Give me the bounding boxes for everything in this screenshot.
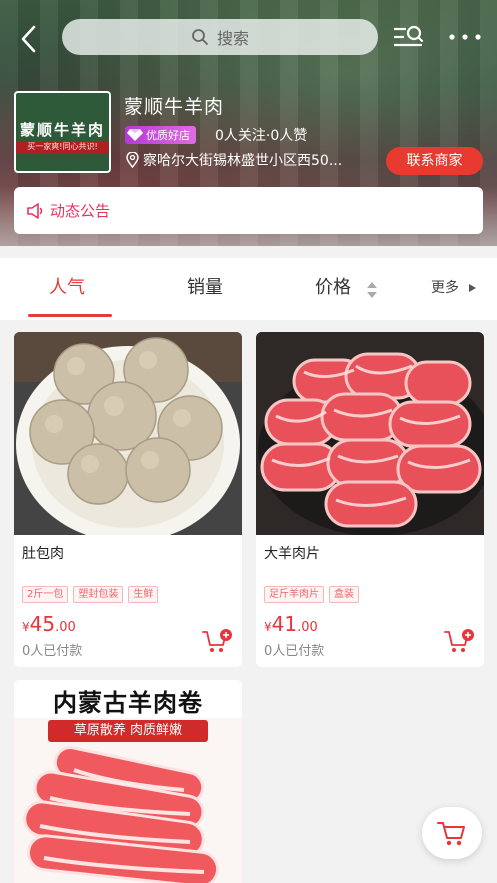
product-image[interactable] xyxy=(256,332,484,535)
sort-bar: 人气 销量 价格 更多 xyxy=(0,258,497,320)
image-title: 内蒙古羊肉卷 xyxy=(53,689,203,717)
product-image[interactable] xyxy=(14,332,242,535)
tab-popularity[interactable]: 人气 xyxy=(49,258,85,320)
shop-address[interactable]: 察哈尔大街锡林盛世小区西50... xyxy=(126,150,342,170)
contact-merchant-button[interactable]: 联系商家 xyxy=(386,147,483,175)
product-tag: 2斤一包 xyxy=(22,586,69,603)
logo-text: 蒙顺牛羊肉 xyxy=(19,121,105,139)
product-tag: 足斤羊肉片 xyxy=(264,586,324,603)
product-card[interactable]: 大羊肉片 足斤羊肉片 盒装 ¥41.00 0人已付款 xyxy=(256,332,484,667)
megaphone-icon xyxy=(27,202,43,219)
product-name[interactable]: 肚包肉 xyxy=(22,543,64,563)
location-pin-icon xyxy=(126,152,139,168)
shop-name: 蒙顺牛羊肉 xyxy=(124,96,225,118)
more-button[interactable] xyxy=(446,26,486,48)
notice-label: 动态公告 xyxy=(50,202,111,220)
paid-count: 0人已付款 xyxy=(22,644,83,659)
product-price: ¥45.00 xyxy=(22,612,76,636)
shop-header: 搜索 蒙顺牛羊肉 买一家爽!同心共识! 蒙顺牛羊肉 优质好店 0人关注·0人赞 xyxy=(0,0,497,246)
add-to-cart-icon xyxy=(444,629,474,652)
product-card[interactable]: 肚包肉 2斤一包 塑封包装 生鲜 ¥45.00 0人已付款 xyxy=(14,332,242,667)
shopping-cart-icon xyxy=(437,822,465,846)
add-to-cart-button[interactable] xyxy=(444,628,474,654)
shop-logo: 蒙顺牛羊肉 买一家爽!同心共识! xyxy=(14,91,111,173)
price-currency: ¥ xyxy=(22,620,30,634)
more-dots-icon xyxy=(449,34,481,40)
badge-label: 优质好店 xyxy=(146,129,190,142)
paid-count: 0人已付款 xyxy=(264,644,325,659)
price-currency: ¥ xyxy=(264,620,272,634)
price-decimal: .00 xyxy=(55,620,76,635)
sort-arrows-icon xyxy=(367,282,377,298)
product-name[interactable]: 大羊肉片 xyxy=(264,543,320,563)
product-image[interactable]: 内蒙古羊肉卷 草原散养 肉质鲜嫩 xyxy=(14,680,242,883)
category-search-button[interactable] xyxy=(392,24,424,52)
product-tag: 生鲜 xyxy=(128,586,159,603)
search-input[interactable]: 搜索 xyxy=(62,19,378,55)
active-tab-indicator xyxy=(28,314,112,317)
product-tag: 盒装 xyxy=(329,586,359,603)
chevron-left-icon xyxy=(21,25,36,53)
quality-shop-badge: 优质好店 xyxy=(125,126,196,144)
price-decimal: .00 xyxy=(297,620,318,635)
logo-slogan: 买一家爽!同心共识! xyxy=(16,141,109,153)
image-subtitle: 草原散养 肉质鲜嫩 xyxy=(73,723,183,738)
product-tags: 2斤一包 塑封包装 生鲜 xyxy=(22,586,159,603)
product-card[interactable]: 内蒙古羊肉卷 草原散养 肉质鲜嫩 xyxy=(14,680,242,883)
triangle-right-icon xyxy=(469,284,476,292)
dynamic-notice-bar[interactable]: 动态公告 xyxy=(14,187,483,234)
follow-like-stats: 0人关注·0人赞 xyxy=(215,128,308,144)
add-to-cart-button[interactable] xyxy=(202,628,232,654)
product-tag: 塑封包装 xyxy=(73,586,124,603)
search-placeholder: 搜索 xyxy=(216,29,249,48)
list-search-icon xyxy=(394,25,424,47)
floating-cart-button[interactable] xyxy=(422,807,482,859)
price-integer: 45 xyxy=(29,612,56,636)
tab-price[interactable]: 价格 xyxy=(315,258,351,320)
search-icon xyxy=(192,29,208,45)
price-integer: 41 xyxy=(271,612,298,636)
tab-sales[interactable]: 销量 xyxy=(187,258,223,320)
address-text: 察哈尔大街锡林盛世小区西50... xyxy=(143,153,343,169)
add-to-cart-icon xyxy=(202,629,232,652)
diamond-icon xyxy=(127,129,143,141)
more-filter-button[interactable]: 更多 xyxy=(431,276,459,300)
product-tags: 足斤羊肉片 盒装 xyxy=(264,586,359,603)
product-price: ¥41.00 xyxy=(264,612,318,636)
back-button[interactable] xyxy=(14,22,44,56)
